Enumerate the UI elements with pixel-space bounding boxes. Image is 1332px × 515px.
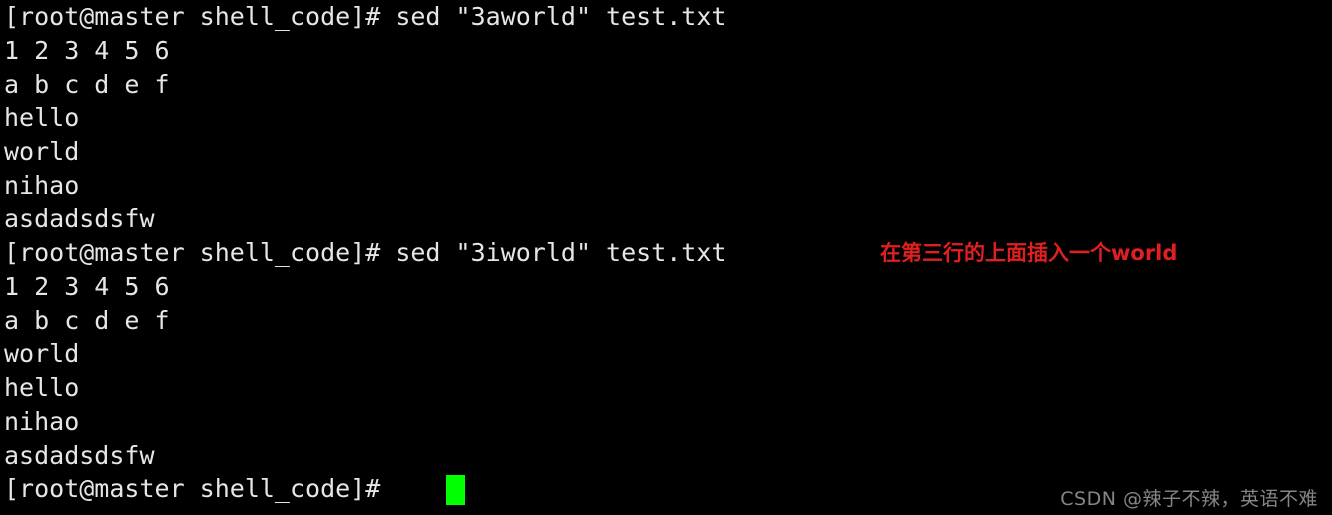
terminal-line-command: [root@master shell_code]# sed "3iworld" … bbox=[4, 238, 727, 267]
terminal-window[interactable]: [root@master shell_code]# sed "3aworld" … bbox=[0, 0, 1332, 515]
terminal-line-output: world bbox=[4, 339, 80, 368]
terminal-line-output: world bbox=[4, 137, 80, 166]
terminal-line-output: asdadsdsfw bbox=[4, 204, 155, 233]
terminal-line-output: nihao bbox=[4, 407, 80, 436]
terminal-line-output: nihao bbox=[4, 171, 80, 200]
terminal-cursor bbox=[446, 475, 465, 505]
terminal-line-prompt: [root@master shell_code]# bbox=[4, 474, 396, 503]
annotation-text: 在第三行的上面插入一个world bbox=[880, 241, 1178, 265]
terminal-line-output: a b c d e f bbox=[4, 70, 170, 99]
terminal-line-output: 1 2 3 4 5 6 bbox=[4, 272, 170, 301]
terminal-line-output: 1 2 3 4 5 6 bbox=[4, 36, 170, 65]
terminal-line-output: a b c d e f bbox=[4, 306, 170, 335]
terminal-line-output: hello bbox=[4, 373, 80, 402]
csdn-watermark: CSDN @辣子不辣，英语不难 bbox=[1060, 488, 1318, 510]
terminal-line-output: asdadsdsfw bbox=[4, 441, 155, 470]
terminal-line-output: hello bbox=[4, 103, 80, 132]
terminal-line-command: [root@master shell_code]# sed "3aworld" … bbox=[4, 2, 727, 31]
